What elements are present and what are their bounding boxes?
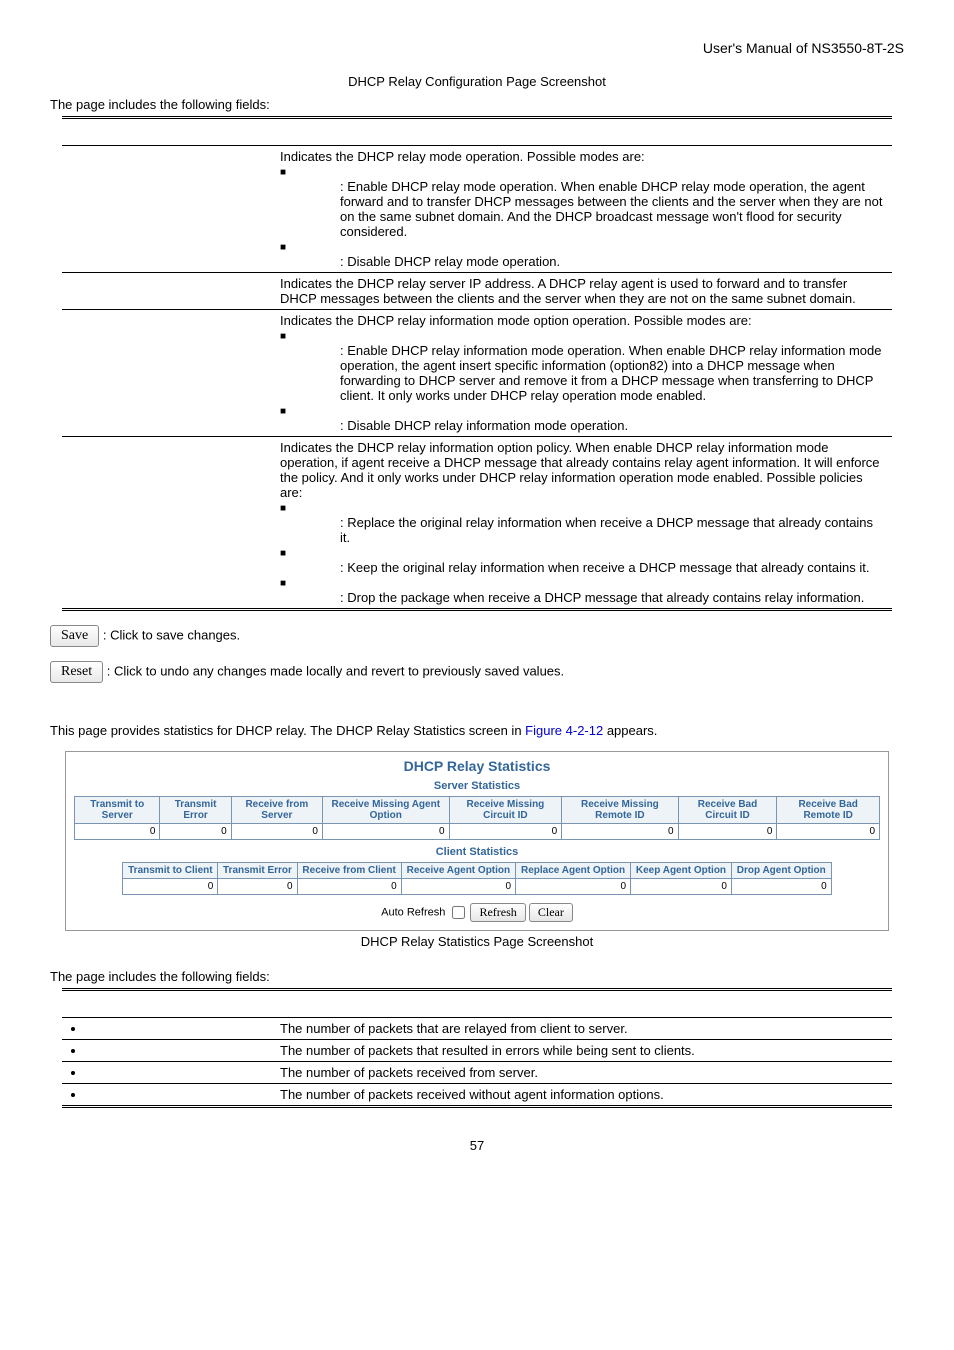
intro-text-1: The page includes the following fields: (50, 97, 904, 112)
bullet-text: : Drop the package when receive a DHCP m… (280, 590, 886, 605)
col-header: Receive Bad Circuit ID (678, 797, 777, 824)
col-header: Receive Missing Circuit ID (449, 797, 562, 824)
bullet-icon (86, 1021, 268, 1036)
cell: 0 (777, 824, 880, 840)
col-header: Drop Agent Option (731, 863, 831, 879)
figure-link[interactable]: Figure 4-2-12 (525, 723, 603, 738)
reset-desc: : Click to undo any changes made locally… (107, 663, 564, 678)
bullet-icon (86, 1043, 268, 1058)
refresh-button[interactable]: Refresh (470, 903, 525, 922)
fields-table-1: Indicates the DHCP relay mode operation.… (62, 116, 892, 611)
col-header: Keep Agent Option (631, 863, 732, 879)
cell: 0 (731, 879, 831, 895)
cell: 0 (401, 879, 515, 895)
col-header: Receive Missing Agent Option (322, 797, 449, 824)
server-stats-table: Transmit to Server Transmit Error Receiv… (74, 796, 880, 840)
row-desc: The number of packets received from serv… (274, 1062, 892, 1084)
clear-button[interactable]: Clear (529, 903, 573, 922)
cell: 0 (449, 824, 562, 840)
bullet-text: : Keep the original relay information wh… (280, 560, 886, 575)
auto-refresh-label: Auto Refresh (381, 906, 445, 918)
col-header: Transmit to Client (123, 863, 218, 879)
row-desc: The number of packets that are relayed f… (274, 1018, 892, 1040)
cell: 0 (678, 824, 777, 840)
cell: 0 (75, 824, 160, 840)
cell: 0 (160, 824, 231, 840)
cell: 0 (562, 824, 678, 840)
col-header: Receive Missing Remote ID (562, 797, 678, 824)
col-header: Receive from Client (297, 863, 401, 879)
save-button[interactable]: Save (50, 625, 99, 647)
bullet-text: : Enable DHCP relay information mode ope… (280, 343, 886, 403)
row-relay-info-mode: Indicates the DHCP relay information mod… (274, 310, 892, 437)
bullet-text: : Disable DHCP relay information mode op… (280, 418, 886, 433)
stats-screenshot: DHCP Relay Statistics Server Statistics … (65, 751, 889, 931)
stats-intro: This page provides statistics for DHCP r… (50, 723, 904, 738)
desc-intro: Indicates the DHCP relay information mod… (280, 313, 752, 328)
cell: 0 (516, 879, 631, 895)
row-desc: The number of packets received without a… (274, 1084, 892, 1107)
desc-intro: Indicates the DHCP relay information opt… (280, 440, 880, 500)
col-header: Receive Bad Remote ID (777, 797, 880, 824)
save-desc: : Click to save changes. (103, 627, 240, 642)
row-relay-info-policy: Indicates the DHCP relay information opt… (274, 437, 892, 610)
col-header: Transmit Error (160, 797, 231, 824)
col-header: Receive Agent Option (401, 863, 515, 879)
row-desc: The number of packets that resulted in e… (274, 1040, 892, 1062)
desc-intro: Indicates the DHCP relay mode operation.… (280, 149, 645, 164)
cell: 0 (322, 824, 449, 840)
cell: 0 (297, 879, 401, 895)
client-stats-table: Transmit to Client Transmit Error Receiv… (122, 862, 831, 895)
figure-caption-2: DHCP Relay Statistics Page Screenshot (50, 934, 904, 949)
col-header: Replace Agent Option (516, 863, 631, 879)
bullet-icon (86, 1087, 268, 1102)
page-number: 57 (50, 1138, 904, 1153)
intro-text-2: The page includes the following fields: (50, 969, 904, 984)
bullet-icon (86, 1065, 268, 1080)
row-relay-mode: Indicates the DHCP relay mode operation.… (274, 146, 892, 273)
cell: 0 (218, 879, 297, 895)
row-relay-server: Indicates the DHCP relay server IP addre… (274, 273, 892, 310)
reset-button[interactable]: Reset (50, 661, 103, 683)
col-header: Transmit to Server (75, 797, 160, 824)
client-stats-subtitle: Client Statistics (74, 846, 880, 858)
auto-refresh-checkbox[interactable] (452, 906, 465, 919)
bullet-text: : Enable DHCP relay mode operation. When… (280, 179, 886, 239)
bullet-text: : Replace the original relay information… (280, 515, 886, 545)
cell: 0 (631, 879, 732, 895)
cell: 0 (123, 879, 218, 895)
cell: 0 (231, 824, 322, 840)
page-header: User's Manual of NS3550-8T-2S (50, 40, 904, 56)
col-header: Transmit Error (218, 863, 297, 879)
bullet-text: : Disable DHCP relay mode operation. (280, 254, 886, 269)
server-stats-subtitle: Server Statistics (74, 780, 880, 792)
stats-title: DHCP Relay Statistics (74, 758, 880, 774)
col-header: Receive from Server (231, 797, 322, 824)
fields-table-2: The number of packets that are relayed f… (62, 988, 892, 1108)
figure-caption-1: DHCP Relay Configuration Page Screenshot (50, 74, 904, 89)
